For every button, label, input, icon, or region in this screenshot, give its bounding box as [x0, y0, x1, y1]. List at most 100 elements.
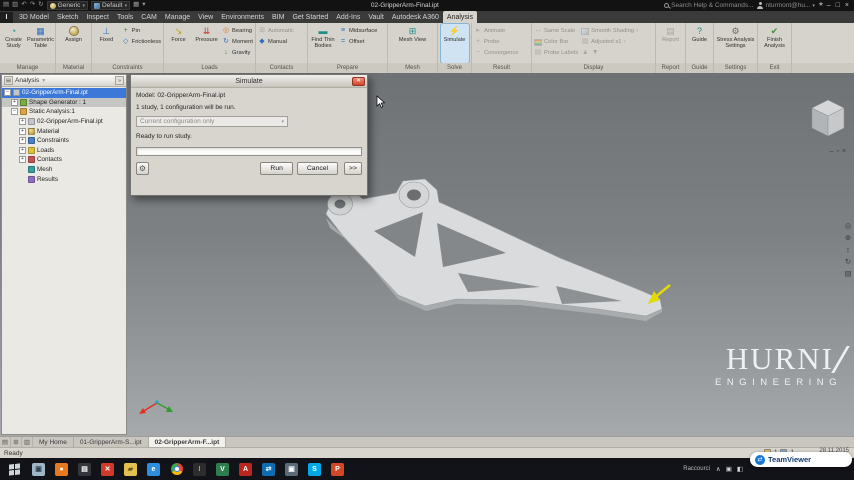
expand-icon[interactable]: + [11, 98, 18, 106]
browser-toggle-icon[interactable]: ▤ [0, 437, 11, 447]
tab-get-started[interactable]: Get Started [288, 11, 332, 23]
show-hidden-icons[interactable]: ∧ [716, 465, 721, 473]
moment-button[interactable]: ↻ Moment [221, 37, 254, 47]
print-icon[interactable]: ▥ [12, 2, 18, 9]
doc-tab-01-gripperarm[interactable]: 01-GripperArm-S...ipt [74, 437, 149, 447]
browser-panel-icon[interactable]: ▤ [4, 76, 13, 85]
expand-icon[interactable]: + [19, 156, 26, 164]
tab-tools[interactable]: Tools [113, 11, 137, 23]
zoom-icon[interactable]: ↕ [846, 245, 850, 254]
gravity-button[interactable]: ↓ Gravity [221, 48, 254, 58]
doc-tab-my-home[interactable]: My Home [33, 437, 74, 447]
pan-icon[interactable]: ⊕ [845, 233, 851, 242]
tree-node-loads[interactable]: + Loads [2, 146, 126, 156]
volume-icon[interactable]: ◧ [737, 465, 743, 473]
force-button[interactable]: ↘ Force [165, 24, 192, 63]
tree-node-root-part[interactable]: − 02-GripperArm-Final.ipt [2, 88, 126, 98]
tab-analysis[interactable]: Analysis [442, 11, 477, 23]
pin-constraint-button[interactable]: + Pin [121, 26, 162, 36]
maximize-button[interactable]: □ [836, 2, 840, 9]
document-window-controls[interactable]: –▫× [830, 148, 849, 155]
tree-node-part[interactable]: + 02-GripperArm-Final.ipt [2, 117, 126, 127]
taskbar-inventor[interactable]: I [189, 460, 210, 478]
tab-view[interactable]: View [194, 11, 217, 23]
taskbar-gray-app[interactable]: ▣ [281, 460, 302, 478]
taskbar-powerpoint[interactable]: P [327, 460, 348, 478]
tab-bim[interactable]: BIM [268, 11, 288, 23]
run-button[interactable]: Run [260, 162, 293, 175]
network-icon[interactable]: ▣ [726, 465, 732, 473]
switch-document-icon[interactable]: ▥ [22, 437, 33, 447]
chevron-down-icon[interactable]: ▼ [41, 78, 46, 84]
tree-node-results[interactable]: Results [2, 174, 126, 184]
create-study-button[interactable]: ◔ Create Study [1, 24, 26, 63]
view-cube[interactable] [811, 99, 845, 137]
parametric-table-button[interactable]: ▦ Parametric Table [27, 24, 54, 63]
simulate-button[interactable]: ⚡ Simulate [439, 23, 470, 64]
dialog-title-bar[interactable]: Simulate ✕ [131, 75, 367, 88]
tree-node-material[interactable]: + Material [2, 126, 126, 136]
dialog-gear-icon[interactable]: ⚙ [136, 162, 149, 175]
taskbar-vault[interactable]: V [212, 460, 233, 478]
teamviewer-popup[interactable]: ⇄ TeamViewer [750, 452, 852, 467]
midsurface-button[interactable]: ≡ Midsurface [338, 26, 378, 36]
expand-icon[interactable]: + [19, 118, 26, 126]
measure-icon[interactable]: ▦ [133, 2, 139, 9]
application-menu-button[interactable]: I [0, 12, 13, 23]
update-icon[interactable]: ↻ [38, 2, 43, 9]
find-thin-bodies-button[interactable]: ▬ Find Thin Bodies [309, 24, 337, 63]
mesh-view-button[interactable]: ⊞ Mesh View [399, 24, 427, 63]
tree-node-static-analysis[interactable]: − Static Analysis:1 [2, 107, 126, 117]
tray-shortcut-label[interactable]: Raccourci [683, 466, 710, 472]
doc-tab-02-gripperarm[interactable]: 02-GripperArm-F...ipt [148, 437, 227, 447]
expand-icon[interactable]: + [19, 127, 26, 135]
cancel-button[interactable]: Cancel [296, 162, 339, 175]
save-icon[interactable]: ▤ [3, 2, 9, 9]
collapse-icon[interactable]: − [4, 89, 11, 97]
3d-viewport[interactable]: –▫× ◎ ⊕ ↕ ↻ ▤ HURNI ENGINEERING [0, 73, 854, 436]
favorites-star-icon[interactable]: ★ [818, 2, 824, 9]
redo-icon[interactable]: ↷ [30, 2, 35, 9]
tab-environments[interactable]: Environments [217, 11, 268, 23]
tab-inspect[interactable]: Inspect [82, 11, 113, 23]
tree-node-shape-generator[interactable]: + Shape Generator : 1 [2, 97, 126, 108]
material-dropdown[interactable]: Generic ▾ [46, 1, 88, 10]
collapse-icon[interactable]: − [11, 108, 18, 116]
taskbar-teamviewer-app[interactable]: ⇄ [258, 460, 279, 478]
manual-contacts-button[interactable]: ◆ Manual [257, 37, 295, 47]
expand-icon[interactable]: + [19, 137, 26, 145]
undo-icon[interactable]: ↶ [21, 2, 26, 9]
taskbar-firefox[interactable]: ● [51, 460, 72, 478]
taskbar-remote-app[interactable]: ▣ [28, 460, 49, 478]
tab-vault[interactable]: Vault [364, 11, 387, 23]
offset-button[interactable]: = Offset [338, 37, 378, 47]
expand-icon[interactable]: + [19, 146, 26, 154]
dialog-close-icon[interactable]: ✕ [352, 77, 365, 86]
assign-material-button[interactable]: Assign [60, 24, 88, 63]
ta skbar-acrobat[interactable]: A [235, 460, 256, 478]
steering-wheel-icon[interactable]: ◎ [845, 221, 852, 230]
bearing-load-button[interactable]: ◎ Bearing [221, 26, 254, 36]
tab-manage[interactable]: Manage [161, 11, 194, 23]
taskbar-chrome[interactable] [166, 460, 187, 478]
pressure-button[interactable]: ⇊ Pressure [193, 24, 220, 63]
taskbar-file-explorer[interactable]: ▰ [120, 460, 141, 478]
tab-sketch[interactable]: Sketch [53, 11, 82, 23]
finish-analysis-button[interactable]: ✔ Finish Analysis [761, 24, 789, 63]
tree-node-constraints[interactable]: + Constraints [2, 136, 126, 146]
taskbar-terminal[interactable]: ▤ [74, 460, 95, 478]
tree-node-mesh[interactable]: Mesh [2, 165, 126, 175]
more-options-button[interactable]: >> [344, 162, 362, 175]
tab-autodesk-a360[interactable]: Autodesk A360 [388, 11, 443, 23]
guide-button[interactable]: ? Guide [687, 24, 712, 63]
browser-menu-icon[interactable]: » [115, 76, 124, 85]
frictionless-constraint-button[interactable]: ◇ Frictionless [121, 37, 162, 47]
minimize-button[interactable]: – [827, 2, 831, 9]
start-button[interactable] [2, 458, 26, 480]
fixed-constraint-button[interactable]: ⊥ Fixed [93, 24, 120, 63]
account-menu[interactable]: nturmont@hu... ▾ [757, 2, 815, 9]
tab-cam[interactable]: CAM [137, 11, 161, 23]
taskbar-internet-explorer[interactable]: e [143, 460, 164, 478]
appearance-dropdown[interactable]: Default ▾ [90, 1, 131, 10]
stress-analysis-settings-button[interactable]: ⚙ Stress Analysis Settings [716, 24, 756, 63]
